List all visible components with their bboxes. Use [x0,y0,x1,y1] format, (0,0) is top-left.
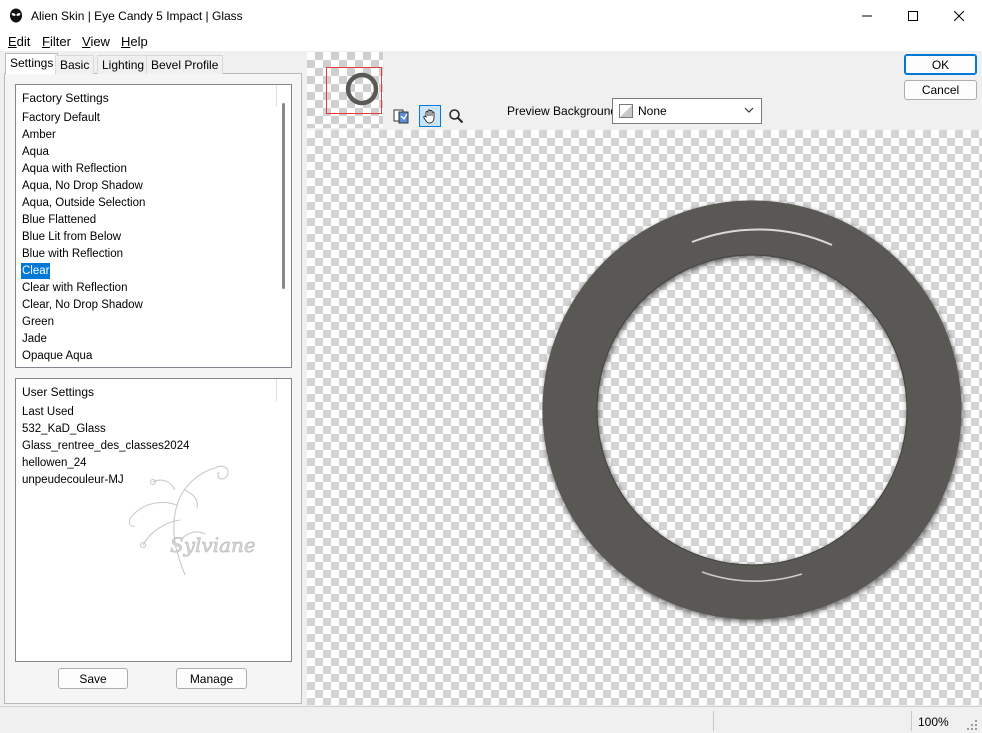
status-separator [713,711,714,731]
alien-skin-logo-icon [10,8,22,23]
preview-canvas[interactable] [307,130,982,705]
menu-help-label: elp [130,34,148,49]
list-item[interactable]: Amber [21,127,57,143]
list-item[interactable]: Jade [21,331,48,347]
list-item[interactable]: Blue with Reflection [21,246,124,262]
navigator-view-rectangle[interactable] [326,67,382,114]
window-title: Alien Skin | Eye Candy 5 Impact | Glass [31,9,243,23]
list-item[interactable]: unpeudecouleur-MJ [21,472,125,488]
minimize-icon [862,15,872,16]
factory-settings-header: Factory Settings [22,91,109,105]
maximize-icon [908,10,918,21]
close-icon [954,10,964,21]
hand-icon [423,109,435,124]
menu-view-label: iew [90,34,110,49]
list-item[interactable]: Factory Default [21,110,101,126]
list-item[interactable]: Opaque Aqua [21,348,93,364]
list-item[interactable]: Clear with Reflection [21,280,128,296]
list-item[interactable]: Aqua with Reflection [21,161,128,177]
list-item[interactable]: hellowen_24 [21,455,88,471]
list-item[interactable]: Clear, No Drop Shadow [21,297,144,313]
preview-background-select[interactable]: None [612,98,762,124]
ok-button[interactable]: OK [904,54,977,75]
list-item[interactable]: Glass_rentree_des_classes2024 [21,438,191,454]
list-item[interactable]: Aqua, Outside Selection [21,195,146,211]
tab-lighting[interactable]: Lighting [97,55,150,74]
chevron-down-icon [744,107,754,113]
list-item-selected[interactable]: Clear [21,263,51,279]
hand-tool-button[interactable] [419,105,441,127]
preview-background-label: Preview Background: [507,104,621,118]
transparent-swatch-icon [619,104,633,118]
maximize-button[interactable] [890,0,936,31]
list-header-divider [276,85,277,107]
factory-settings-list[interactable]: Factory Settings Factory Default Amber A… [15,84,292,368]
manage-button[interactable]: Manage [176,668,247,689]
list-item[interactable]: Aqua [21,144,50,160]
magnifier-icon [449,109,464,124]
zoom-level: 100% [918,715,949,729]
list-item[interactable]: Aqua, No Drop Shadow [21,178,144,194]
cancel-button[interactable]: Cancel [904,80,977,100]
menu-bar: Edit Filter View Help [0,31,982,51]
tab-basic[interactable]: Basic [55,55,95,74]
close-button[interactable] [936,0,982,31]
status-bar: 100% [0,706,982,733]
title-bar: Alien Skin | Eye Candy 5 Impact | Glass [0,0,982,31]
status-separator [911,711,912,731]
list-header-divider [276,379,277,401]
list-item[interactable]: Blue Lit from Below [21,229,122,245]
list-item[interactable]: Last Used [21,404,75,420]
menu-help-accel: H [121,34,131,49]
glass-ring-preview [542,200,962,620]
menu-edit-label: dit [16,34,31,49]
minimize-button[interactable] [844,0,890,31]
resize-grip-icon[interactable] [966,719,978,731]
menu-help[interactable]: Help [121,34,148,49]
tab-settings[interactable]: Settings [5,53,59,74]
menu-filter[interactable]: Filter [42,34,71,49]
list-item[interactable]: Green [21,314,55,330]
watermark-signature: Sylviane [128,465,256,576]
menu-view[interactable]: View [82,34,110,49]
menu-edit[interactable]: Edit [8,34,30,49]
user-settings-header: User Settings [22,385,95,399]
list-item[interactable]: Blue Flattened [21,212,97,228]
preview-toggle-button[interactable] [390,105,412,127]
menu-filter-accel: F [42,34,50,49]
preview-background-value: None [638,104,667,118]
watermark-text: Sylviane [170,533,256,557]
save-button[interactable]: Save [58,668,128,689]
list-item[interactable]: 532_KaD_Glass [21,421,107,437]
factory-list-scrollbar[interactable] [282,103,285,289]
zoom-tool-button[interactable] [445,105,467,127]
before-after-preview-icon [393,109,409,124]
tab-bevel-profile[interactable]: Bevel Profile [146,55,224,74]
menu-edit-accel: E [8,34,17,49]
menu-filter-label: ilter [49,34,71,49]
